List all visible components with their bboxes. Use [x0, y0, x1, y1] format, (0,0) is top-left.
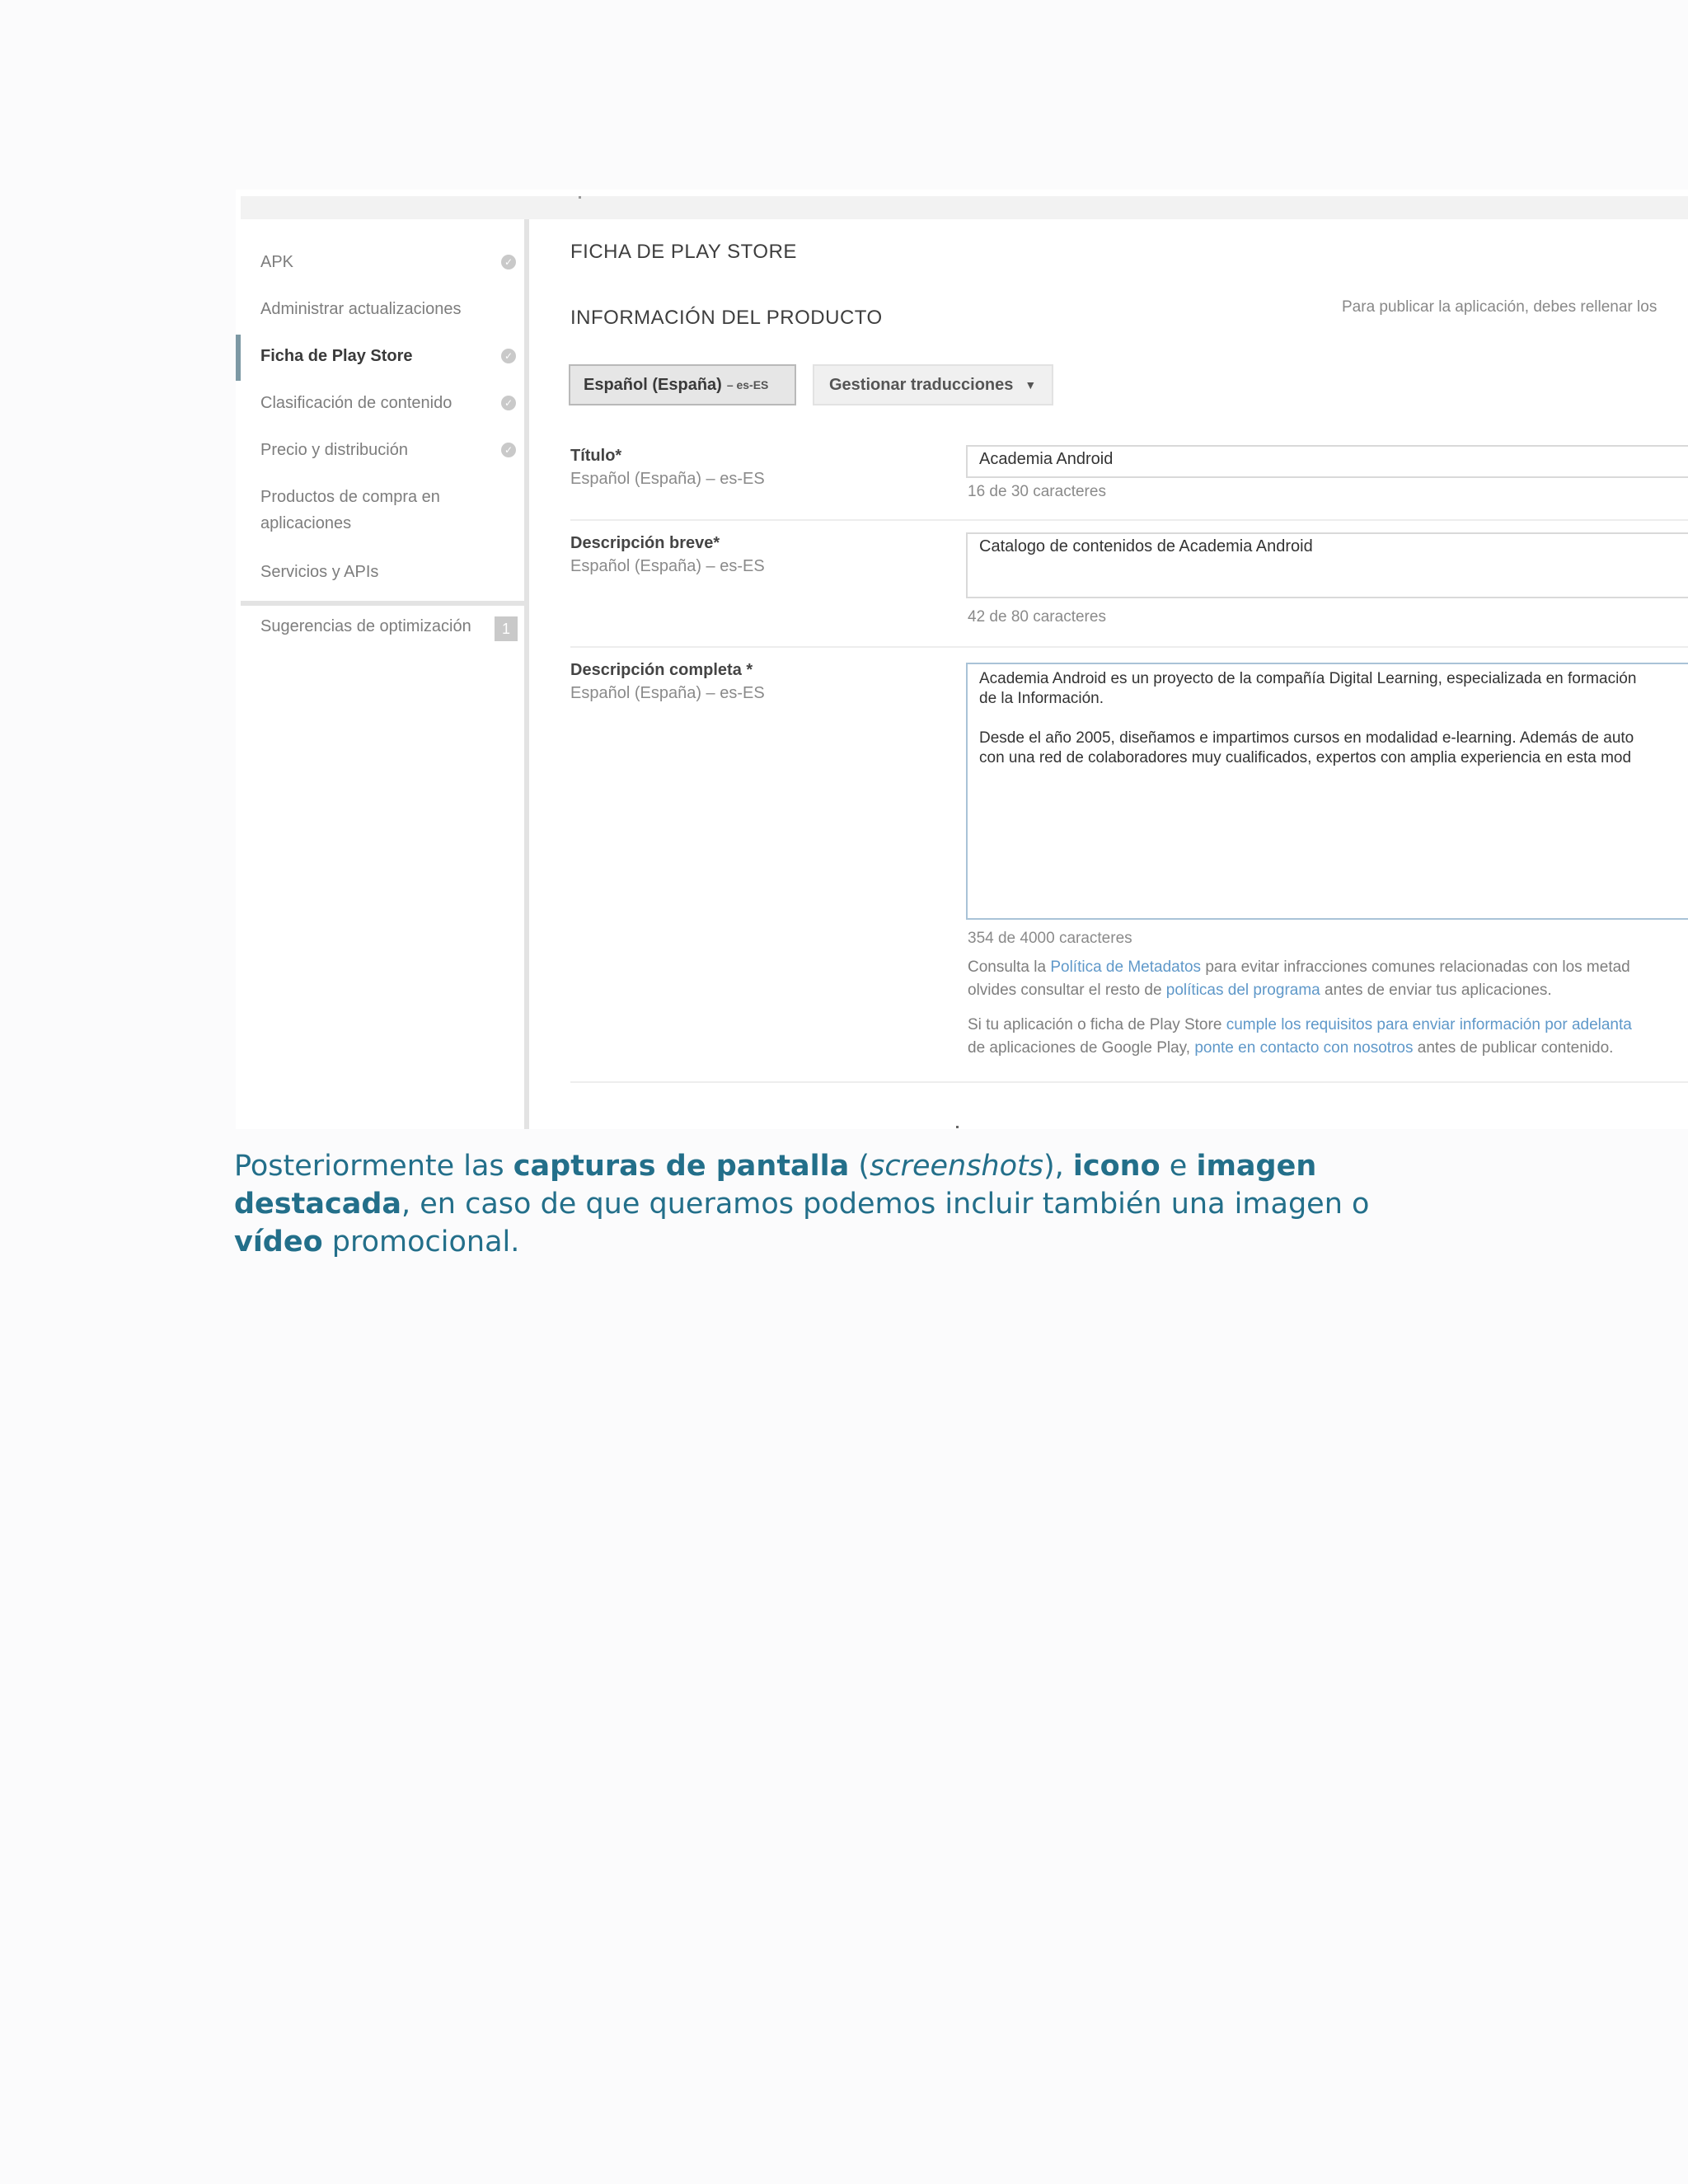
- sidebar-item-precio-distribucion[interactable]: Precio y distribución ✓: [241, 437, 524, 463]
- caption-text: (: [849, 1150, 870, 1183]
- advance-notice-note: Si tu aplicación o ficha de Play Store c…: [968, 1014, 1632, 1060]
- sidebar-item-label: Ficha de Play Store: [260, 347, 413, 365]
- section-title: INFORMACIÓN DEL PRODUCTO: [570, 307, 883, 329]
- caption-bold: icono: [1072, 1150, 1160, 1183]
- caption-text: promocional.: [322, 1226, 520, 1258]
- description-text: de la Información.: [979, 690, 1104, 707]
- full-description-textarea[interactable]: Academia Android es un proyecto de la co…: [966, 663, 1688, 920]
- sidebar-item-label: aplicaciones: [260, 514, 352, 532]
- caret-down-icon: ▼: [1025, 378, 1037, 391]
- title-label: Título*: [570, 447, 622, 465]
- top-bar: [241, 196, 1688, 219]
- short-description-label: Descripción breve*: [570, 534, 720, 552]
- sidebar-item-label: Precio y distribución: [260, 441, 408, 459]
- metadata-policy-link[interactable]: Política de Metadatos: [1050, 958, 1201, 976]
- title-language: Español (España) – es-ES: [570, 470, 765, 488]
- caption-text: , en caso de que queramos podemos inclui…: [401, 1188, 1370, 1221]
- caption-paragraph: Posteriormente las capturas de pantalla …: [234, 1147, 1372, 1261]
- full-description-label: Descripción completa *: [570, 661, 753, 679]
- manage-translations-button[interactable]: Gestionar traducciones ▼: [813, 364, 1053, 405]
- info-text: Consulta la: [968, 958, 1051, 976]
- caption-italic: screenshots: [870, 1150, 1043, 1183]
- count-badge: 1: [495, 616, 518, 641]
- sidebar: APK ✓ Administrar actualizaciones Ficha …: [236, 219, 529, 1129]
- scroll-marker: [956, 1126, 959, 1128]
- caption-text: Posteriormente las: [234, 1150, 513, 1183]
- sidebar-item-clasificacion-contenido[interactable]: Clasificación de contenido ✓: [241, 390, 524, 416]
- sidebar-item-label: Productos de compra en: [260, 488, 440, 506]
- contact-us-link[interactable]: ponte en contacto con nosotros: [1194, 1039, 1413, 1057]
- caption-text: e: [1160, 1150, 1197, 1183]
- sidebar-item-ficha-play-store[interactable]: Ficha de Play Store ✓: [236, 335, 524, 381]
- check-circle-icon: ✓: [501, 396, 516, 410]
- title-input[interactable]: Academia Android: [966, 445, 1688, 478]
- description-text: Desde el año 2005, diseñamos e impartimo…: [979, 729, 1634, 747]
- info-text: olvides consultar el resto de: [968, 982, 1166, 999]
- program-policies-link[interactable]: políticas del programa: [1166, 982, 1320, 999]
- short-description-input[interactable]: Catalogo de contenidos de Academia Andro…: [966, 532, 1688, 598]
- publish-note: Para publicar la aplicación, debes relle…: [1342, 298, 1658, 316]
- sidebar-item-label: APK: [260, 253, 294, 271]
- check-circle-icon: ✓: [501, 443, 516, 457]
- page-title: FICHA DE PLAY STORE: [570, 241, 797, 263]
- row-divider: [570, 519, 1688, 521]
- metadata-policy-note: Consulta la Política de Metadatos para e…: [968, 956, 1630, 1002]
- caption-bold: capturas de pantalla: [513, 1150, 850, 1183]
- sidebar-item-productos-compra[interactable]: Productos de compra en aplicaciones: [241, 484, 524, 537]
- main-panel: FICHA DE PLAY STORE INFORMACIÓN DEL PROD…: [534, 219, 1688, 1129]
- sidebar-item-servicios-apis[interactable]: Servicios y APIs: [241, 559, 524, 585]
- check-circle-icon: ✓: [501, 349, 516, 363]
- full-description-counter: 354 de 4000 caracteres: [968, 930, 1132, 947]
- description-text: Academia Android es un proyecto de la co…: [979, 670, 1637, 687]
- play-console-screenshot: APK ✓ Administrar actualizaciones Ficha …: [236, 190, 1688, 1129]
- manage-translations-label: Gestionar traducciones: [829, 375, 1014, 394]
- info-text: antes de enviar tus aplicaciones.: [1320, 982, 1552, 999]
- sidebar-divider: [241, 601, 524, 606]
- sidebar-item-label: Sugerencias de optimización: [260, 617, 471, 635]
- info-text: para evitar infracciones comunes relacio…: [1201, 958, 1630, 976]
- language-label: Español (España): [584, 375, 722, 394]
- sidebar-item-label: Servicios y APIs: [260, 563, 379, 581]
- caption-text: ),: [1043, 1150, 1073, 1183]
- requirements-link[interactable]: cumple los requisitos para enviar inform…: [1226, 1016, 1632, 1033]
- row-divider: [570, 646, 1688, 648]
- section-divider: [570, 1081, 1688, 1083]
- sidebar-item-label: Clasificación de contenido: [260, 394, 452, 412]
- info-text: de aplicaciones de Google Play,: [968, 1039, 1195, 1057]
- sidebar-item-sugerencias-optimizacion[interactable]: Sugerencias de optimización 1: [241, 613, 524, 641]
- language-button[interactable]: Español (España) – es-ES: [569, 364, 796, 405]
- short-description-counter: 42 de 80 caracteres: [968, 608, 1106, 626]
- short-description-language: Español (España) – es-ES: [570, 557, 765, 575]
- check-circle-icon: ✓: [501, 255, 516, 269]
- description-text: con una red de colaboradores muy cualifi…: [979, 749, 1632, 766]
- sidebar-item-apk[interactable]: APK ✓: [241, 249, 524, 275]
- full-description-language: Español (España) – es-ES: [570, 684, 765, 702]
- sidebar-item-administrar-actualizaciones[interactable]: Administrar actualizaciones: [241, 296, 524, 322]
- info-text: antes de publicar contenido.: [1413, 1039, 1614, 1057]
- sidebar-item-label: Administrar actualizaciones: [260, 300, 462, 318]
- info-text: Si tu aplicación o ficha de Play Store: [968, 1016, 1226, 1033]
- title-counter: 16 de 30 caracteres: [968, 483, 1106, 500]
- caption-bold: vídeo: [234, 1226, 323, 1258]
- language-code: – es-ES: [726, 378, 769, 391]
